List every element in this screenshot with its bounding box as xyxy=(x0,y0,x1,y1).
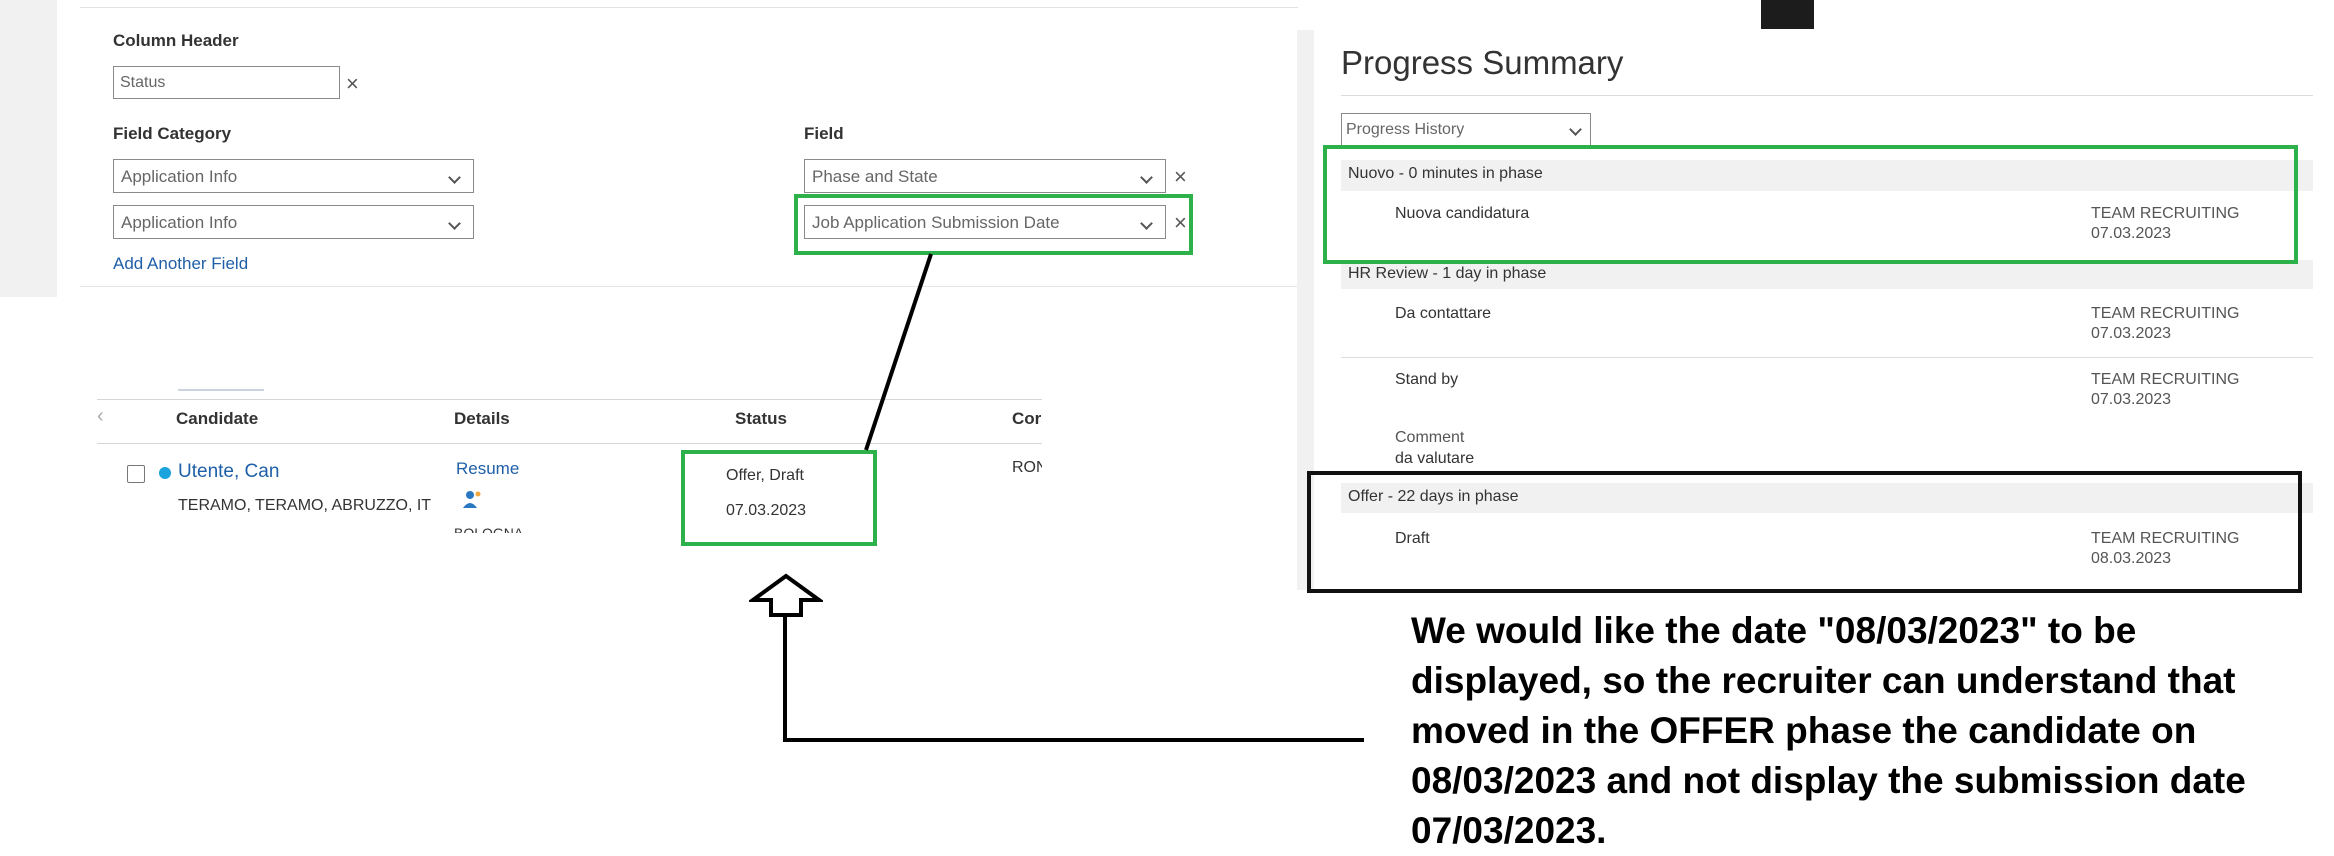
step-date: 07.03.2023 xyxy=(2091,391,2172,408)
annotation-text: We would like the date "08/03/2023" to b… xyxy=(1411,606,2311,856)
phase-header: HR Review - 1 day in phase xyxy=(1341,260,2313,289)
row-divider xyxy=(1341,357,2313,358)
step-author: TEAM RECRUITING xyxy=(2091,371,2240,388)
title-underline xyxy=(1341,95,2313,96)
step-author: TEAM RECRUITING xyxy=(2091,305,2240,322)
progress-summary-title: Progress Summary xyxy=(1341,44,1624,81)
progress-history-select[interactable]: Progress History xyxy=(1341,113,1591,146)
comment-label: Comment xyxy=(1395,429,1465,446)
annotation-line: We would like the date "08/03/2023" to b… xyxy=(1411,610,2137,651)
select-value: Progress History xyxy=(1346,121,1465,138)
comment-text: da valutare xyxy=(1395,450,1475,467)
up-arrow-icon xyxy=(749,573,823,617)
annotation-line: 08/03/2023 and not display the submissio… xyxy=(1411,760,2246,801)
step-label: Da contattare xyxy=(1395,305,1492,322)
highlight-offer-phase xyxy=(1307,471,2302,593)
step-label: Stand by xyxy=(1395,371,1459,388)
annotation-line: displayed, so the recruiter can understa… xyxy=(1411,660,2236,701)
chevron-down-icon xyxy=(1569,123,1582,136)
annotation-line: 07/03/2023. xyxy=(1411,810,1607,851)
step-date: 07.03.2023 xyxy=(2091,325,2172,342)
annotation-line: moved in the OFFER phase the candidate o… xyxy=(1411,710,2197,751)
highlight-nuovo-phase xyxy=(1323,145,2298,264)
